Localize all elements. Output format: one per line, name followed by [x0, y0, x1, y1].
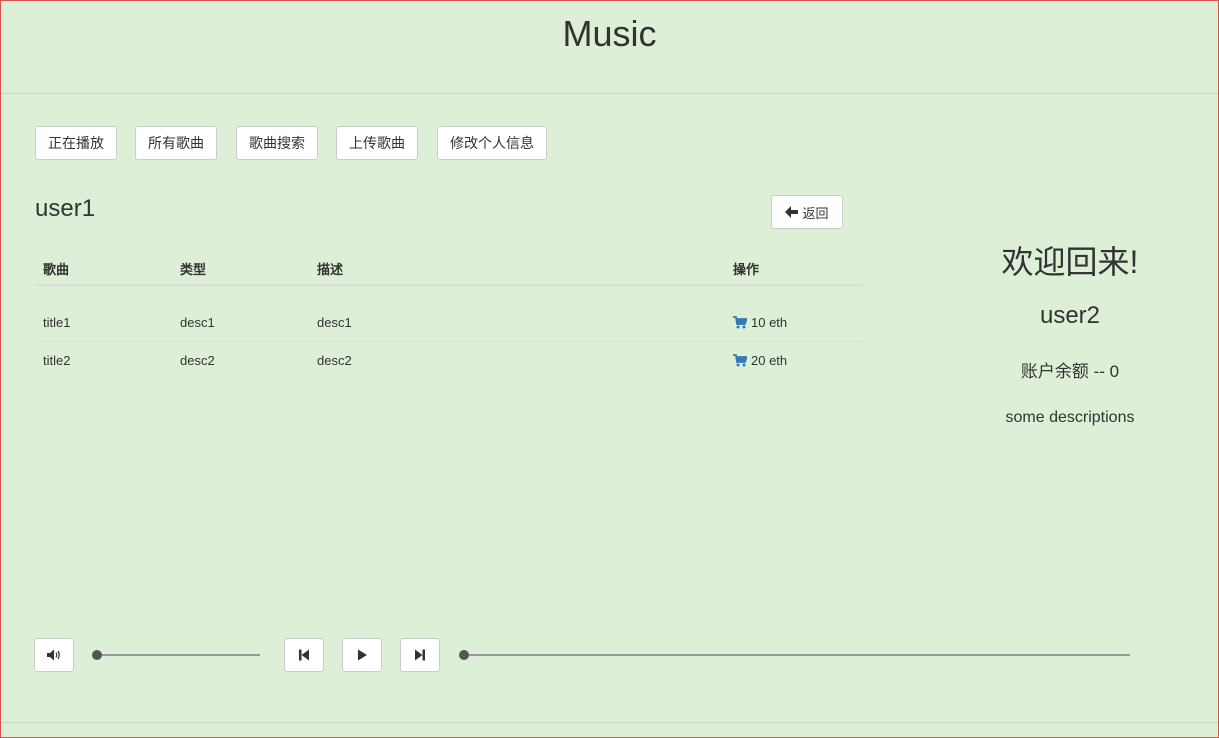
welcome-heading: 欢迎回来! [1001, 244, 1139, 280]
song-type: desc2 [180, 353, 215, 368]
shopping-cart-icon [733, 316, 747, 329]
previous-track-button[interactable] [284, 638, 324, 672]
table-row: title2 desc2 desc2 20 eth [35, 341, 863, 379]
song-title: title1 [43, 315, 71, 330]
buy-button[interactable]: 20 eth [733, 353, 787, 368]
back-label: 返回 [802, 205, 829, 221]
nav-upload-song-button[interactable]: 上传歌曲 [336, 126, 418, 160]
column-header-type: 类型 [180, 262, 207, 277]
arrow-left-icon [785, 206, 799, 218]
price-label: 20 eth [751, 353, 788, 368]
header: Music [1, 1, 1218, 94]
volume-slider-track [96, 654, 260, 656]
user-description: some descriptions [1005, 409, 1135, 426]
nav-all-songs-button[interactable]: 所有歌曲 [135, 126, 217, 160]
table-header: 歌曲 类型 描述 操作 [35, 250, 863, 286]
footer-divider [1, 722, 1218, 723]
column-header-description: 描述 [317, 262, 344, 277]
column-header-action: 操作 [733, 262, 760, 277]
progress-slider-knob[interactable] [459, 650, 469, 660]
column-header-song: 歌曲 [43, 262, 70, 277]
back-button[interactable]: 返回 [771, 195, 843, 229]
nav-edit-profile-button[interactable]: 修改个人信息 [437, 126, 547, 160]
user-title: user1 [35, 195, 96, 222]
volume-slider-knob[interactable] [92, 650, 102, 660]
next-track-button[interactable] [400, 638, 440, 672]
song-title: title2 [43, 353, 71, 368]
song-type: desc1 [180, 315, 215, 330]
step-forward-icon [415, 649, 425, 661]
progress-slider-track [463, 654, 1130, 656]
volume-icon [47, 649, 60, 661]
table-row: title1 desc1 desc1 10 eth [35, 304, 863, 341]
progress-slider[interactable] [459, 646, 1131, 664]
volume-button[interactable] [34, 638, 74, 672]
play-button[interactable] [342, 638, 382, 672]
song-description: desc2 [317, 353, 352, 368]
step-backward-icon [299, 649, 309, 661]
sidebar-username: user2 [1039, 302, 1101, 329]
account-balance: 账户余额 -- 0 [1020, 362, 1120, 381]
song-description: desc1 [317, 315, 352, 330]
buy-button[interactable]: 10 eth [733, 315, 787, 330]
play-icon [358, 649, 367, 661]
price-label: 10 eth [751, 315, 788, 330]
app-title: Music [562, 13, 657, 54]
volume-slider[interactable] [92, 646, 262, 664]
shopping-cart-icon [733, 354, 747, 367]
nav-song-search-button[interactable]: 歌曲搜索 [236, 126, 318, 160]
nav-now-playing-button[interactable]: 正在播放 [35, 126, 117, 160]
songs-table: 歌曲 类型 描述 操作 title1 desc1 desc1 10 eth ti… [35, 250, 863, 379]
